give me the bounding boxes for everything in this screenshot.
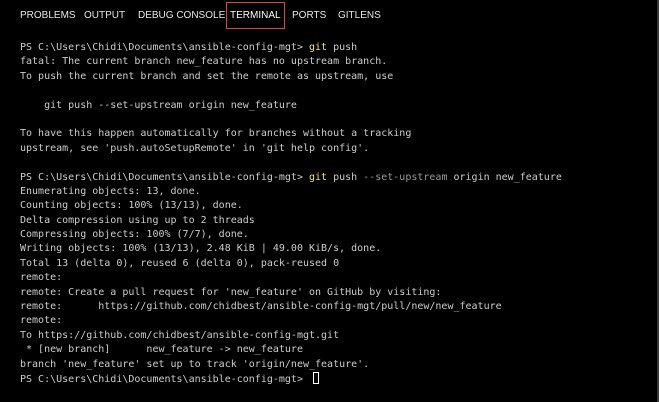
output-line: To push the current branch and set the r… <box>20 70 394 82</box>
command-args: origin new_feature <box>447 171 562 183</box>
command-push: push <box>327 171 364 183</box>
current-prompt-line[interactable]: PS C:\Users\Chidi\Documents\ansible-conf… <box>20 371 653 386</box>
tab-gitlens[interactable]: GITLENS <box>338 0 381 31</box>
text-cursor <box>312 371 319 384</box>
output-line: * [new branch] new_feature -> new_featur… <box>20 344 303 356</box>
output-line: Delta compression using up to 2 threads <box>20 214 255 226</box>
output-line: Enumerating objects: 13, done. <box>20 185 201 197</box>
tab-problems[interactable]: PROBLEMS <box>20 0 76 31</box>
tab-terminal[interactable]: TERMINAL <box>226 2 285 29</box>
output-line: remote: https://github.com/chidbest/ansi… <box>20 301 502 313</box>
output-line: remote: <box>20 315 63 327</box>
output-line: Compressing objects: 100% (7/7), done. <box>20 229 249 241</box>
output-line: To have this happen automatically for br… <box>20 128 412 140</box>
output-line: upstream, see 'push.autoSetupRemote' in … <box>20 142 370 154</box>
output-line: remote: <box>20 272 63 284</box>
output-line: git push --set-upstream origin new_featu… <box>20 99 297 111</box>
output-line: remote: Create a pull request for 'new_f… <box>20 286 442 298</box>
terminal-panel: PROBLEMS OUTPUT DEBUG CONSOLE TERMINAL P… <box>0 0 659 402</box>
command-line: PS C:\Users\Chidi\Documents\ansible-conf… <box>20 171 653 185</box>
command-flag: --set-upstream <box>363 171 448 183</box>
output-line: branch 'new_feature' set up to track 'or… <box>20 358 370 370</box>
output-line: To https://github.com/chidbest/ansible-c… <box>20 329 340 341</box>
panel-tab-bar: PROBLEMS OUTPUT DEBUG CONSOLE TERMINAL P… <box>0 0 657 31</box>
command-git: git <box>308 42 328 53</box>
command-args: push <box>327 42 358 53</box>
output-line: Writing objects: 100% (13/13), 2.48 KiB … <box>20 243 382 255</box>
command-git: git <box>308 171 328 183</box>
prompt: PS C:\Users\Chidi\Documents\ansible-conf… <box>20 373 309 385</box>
prompt: PS C:\Users\Chidi\Documents\ansible-conf… <box>20 171 309 183</box>
output-line: fatal: The current branch new_feature ha… <box>20 56 388 68</box>
terminal-output[interactable]: PS C:\Users\Chidi\Documents\ansible-conf… <box>20 41 653 402</box>
tab-output[interactable]: OUTPUT <box>84 0 125 31</box>
output-line: Counting objects: 100% (13/13), done. <box>20 200 243 212</box>
tab-ports[interactable]: PORTS <box>292 0 326 31</box>
command-line: PS C:\Users\Chidi\Documents\ansible-conf… <box>20 41 653 55</box>
prompt: PS C:\Users\Chidi\Documents\ansible-conf… <box>20 42 309 53</box>
tab-debug-console[interactable]: DEBUG CONSOLE <box>138 0 225 31</box>
output-line: Total 13 (delta 0), reused 6 (delta 0), … <box>20 257 340 269</box>
